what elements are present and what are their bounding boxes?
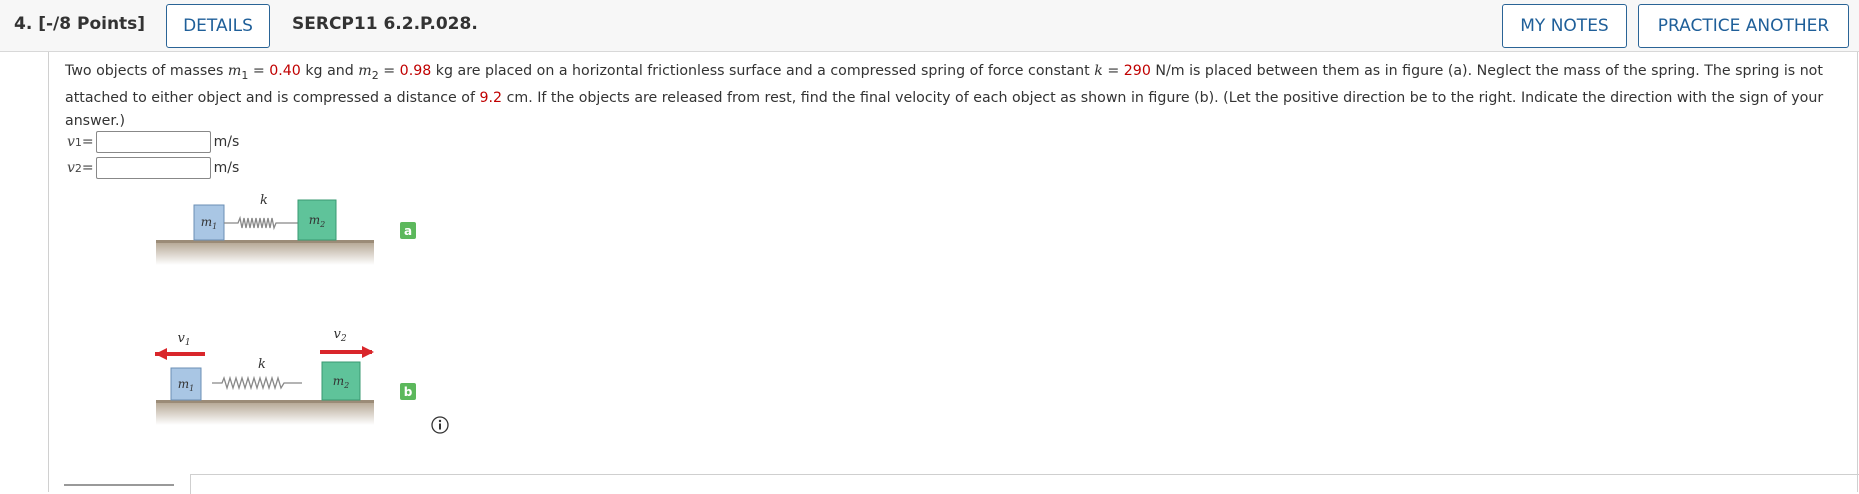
equals-sign: = [81,160,94,176]
spring-k-label-b: k [258,357,266,372]
v1-subscript: 1 [74,135,82,149]
problem-text: Two objects of masses [65,63,228,79]
mass-2-value: 0.98 [399,63,432,79]
equals-sign: = [1102,63,1124,79]
v2-arrow-head [362,346,374,358]
bottom-tab-edge [64,484,174,494]
question-points-label: 4. [-/8 Points] [14,14,146,34]
compression-distance-value: 9.2 [479,90,503,107]
spring-released [212,375,302,391]
v1-vector-label: v1 [177,331,190,348]
problem-statement: Two objects of masses m1 = 0.40 kg and m… [65,60,1845,132]
problem-text: kg are placed on a horizontal frictionle… [431,63,1095,79]
info-icon[interactable] [430,415,450,435]
equals-sign: = [248,63,270,79]
v1-symbol: v [67,134,75,150]
next-panel-edge [190,474,1859,494]
figure-b-tag-label: b [404,385,413,399]
figure-a: m1 k m2 a [156,193,416,265]
spring-k-label-a: k [260,193,268,208]
v2-answer-input[interactable] [95,157,211,179]
figure-b: v1 m1 k v2 m2 b [155,327,416,425]
my-notes-button[interactable]: MY NOTES [1502,4,1627,48]
surface-b [156,403,374,425]
practice-another-button[interactable]: PRACTICE ANOTHER [1638,4,1849,48]
answer-row-v2: v2 = m/s [67,157,239,179]
mass-2-subscript: 2 [371,68,379,82]
equals-sign: = [81,134,94,150]
v1-unit: m/s [213,134,240,150]
v1-arrow-head [155,348,167,360]
answer-row-v1: v1 = m/s [67,131,239,153]
question-header: 4. [-/8 Points] DETAILS SERCP11 6.2.P.02… [0,0,1859,52]
v2-vector-label: v2 [333,327,346,344]
surface-line-a [156,240,374,243]
equals-sign: = [378,63,400,79]
problem-text: kg and [300,63,359,79]
v2-unit: m/s [213,160,240,176]
v2-subscript: 2 [74,161,82,175]
mass-1-symbol: m [227,63,242,79]
spring-figure: m1 k m2 a v1 m1 k v2 m2 b [155,193,416,425]
details-button[interactable]: DETAILS [166,4,270,48]
spring-compressed [224,215,298,231]
surface-a [156,243,374,265]
mass-1-value: 0.40 [269,63,301,79]
spring-constant-value: 290 [1123,63,1151,79]
figure-a-tag-label: a [404,224,412,238]
spring-constant-symbol: k [1094,63,1103,79]
v1-answer-input[interactable] [95,131,211,153]
mass-2-symbol: m [358,63,372,79]
v2-symbol: v [67,160,75,176]
problem-code: SERCP11 6.2.P.028. [292,14,478,34]
